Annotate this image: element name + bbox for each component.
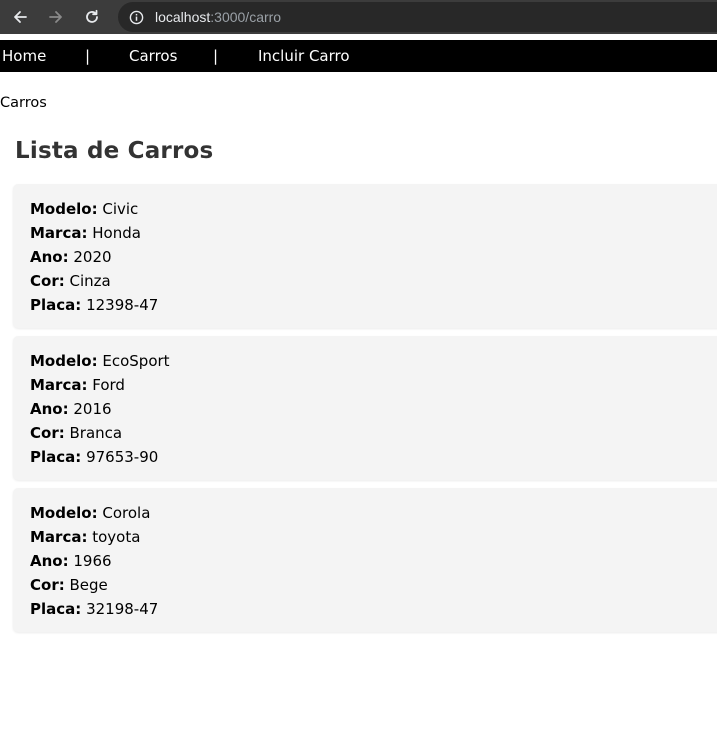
nav-separator: | — [85, 47, 91, 65]
field-label: Modelo: — [30, 352, 98, 370]
field-label: Marca: — [30, 376, 88, 394]
field-value: Branca — [69, 424, 123, 442]
car-ano: Ano: 2016 — [30, 397, 717, 421]
browser-toolbar: localhost:3000/carro — [0, 0, 717, 34]
car-marca: Marca: toyota — [30, 525, 717, 549]
field-label: Ano: — [30, 552, 69, 570]
address-bar[interactable]: localhost:3000/carro — [118, 2, 717, 32]
nav-incluir-carro-link[interactable]: Incluir Carro — [258, 47, 350, 65]
nav-separator: | — [213, 47, 219, 65]
field-value: Honda — [92, 224, 141, 242]
nav-home-link[interactable]: Home — [2, 47, 46, 65]
url-text: localhost:3000/carro — [155, 9, 281, 25]
field-value: toyota — [92, 528, 141, 546]
car-list: Modelo: Civic Marca: Honda Ano: 2020 Cor… — [13, 184, 717, 640]
field-label: Cor: — [30, 424, 65, 442]
field-value: 12398-47 — [86, 296, 159, 314]
car-card: Modelo: Corola Marca: toyota Ano: 1966 C… — [13, 488, 717, 632]
car-card: Modelo: EcoSport Marca: Ford Ano: 2016 C… — [13, 336, 717, 480]
car-ano: Ano: 2020 — [30, 245, 717, 269]
field-value: Bege — [69, 576, 108, 594]
field-value: Ford — [92, 376, 125, 394]
field-value: 2020 — [73, 248, 112, 266]
car-modelo: Modelo: EcoSport — [30, 349, 717, 373]
field-label: Placa: — [30, 296, 82, 314]
car-modelo: Modelo: Corola — [30, 501, 717, 525]
car-placa: Placa: 97653-90 — [30, 445, 717, 469]
field-label: Cor: — [30, 576, 65, 594]
car-marca: Marca: Honda — [30, 221, 717, 245]
nav-carros-link[interactable]: Carros — [129, 47, 177, 65]
url-host: localhost — [155, 9, 211, 25]
site-info-icon[interactable] — [128, 9, 144, 25]
car-card: Modelo: Civic Marca: Honda Ano: 2020 Cor… — [13, 184, 717, 328]
field-value: EcoSport — [102, 352, 170, 370]
field-label: Marca: — [30, 224, 88, 242]
car-placa: Placa: 32198-47 — [30, 597, 717, 621]
field-label: Placa: — [30, 448, 82, 466]
field-label: Ano: — [30, 248, 69, 266]
reload-icon[interactable] — [80, 5, 104, 29]
field-value: 2016 — [73, 400, 112, 418]
field-label: Modelo: — [30, 504, 98, 522]
field-label: Marca: — [30, 528, 88, 546]
app-navbar: Home | Carros | Incluir Carro — [0, 40, 717, 72]
field-label: Ano: — [30, 400, 69, 418]
page-title: Lista de Carros — [15, 138, 214, 164]
field-value: 1966 — [73, 552, 112, 570]
field-label: Cor: — [30, 272, 65, 290]
car-modelo: Modelo: Civic — [30, 197, 717, 221]
breadcrumb: Carros — [0, 95, 47, 111]
car-cor: Cor: Cinza — [30, 269, 717, 293]
field-value: 32198-47 — [86, 600, 159, 618]
field-value: Corola — [102, 504, 151, 522]
car-ano: Ano: 1966 — [30, 549, 717, 573]
field-value: Cinza — [69, 272, 111, 290]
car-cor: Cor: Branca — [30, 421, 717, 445]
field-label: Placa: — [30, 600, 82, 618]
car-placa: Placa: 12398-47 — [30, 293, 717, 317]
field-value: 97653-90 — [86, 448, 159, 466]
car-marca: Marca: Ford — [30, 373, 717, 397]
field-label: Modelo: — [30, 200, 98, 218]
forward-icon[interactable] — [44, 5, 68, 29]
url-path: :3000/carro — [210, 9, 282, 25]
car-cor: Cor: Bege — [30, 573, 717, 597]
field-value: Civic — [102, 200, 139, 218]
back-icon[interactable] — [8, 5, 32, 29]
